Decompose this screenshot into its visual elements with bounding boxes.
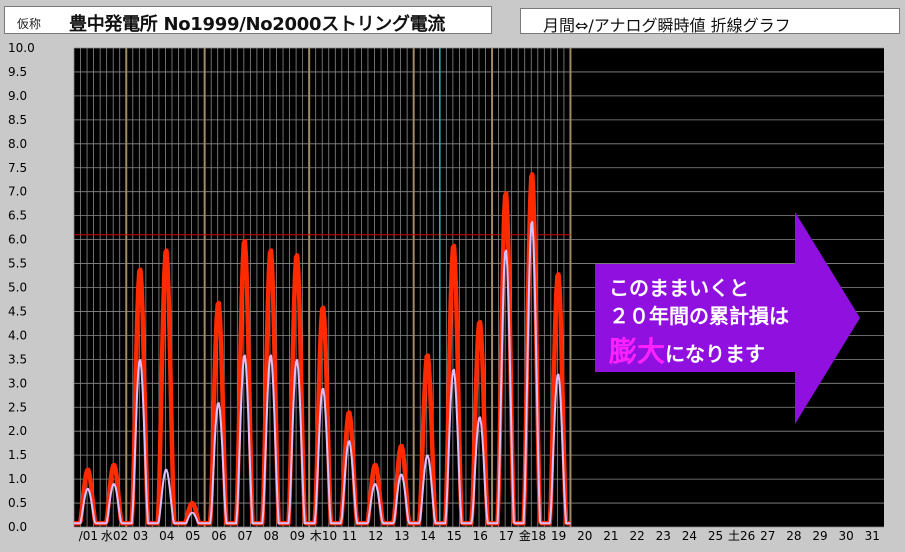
y-tick-label: 3.5 xyxy=(8,352,27,366)
x-tick-label: 23 xyxy=(656,529,671,543)
x-tick-label: 11 xyxy=(342,529,357,543)
x-tick-label: /01 xyxy=(79,529,98,543)
y-tick-label: 9.5 xyxy=(8,65,27,79)
y-tick-label: 9.0 xyxy=(8,89,27,103)
x-tick-label: 19 xyxy=(551,529,566,543)
x-tick-label: 27 xyxy=(760,529,775,543)
callout-line-1: このままいくと xyxy=(609,276,749,300)
x-tick-label: 16 xyxy=(473,529,488,543)
x-tick-label: 30 xyxy=(838,529,853,543)
x-tick-label: 20 xyxy=(577,529,592,543)
y-tick-label: 2.0 xyxy=(8,424,27,438)
header-bar: 仮称 豊中発電所 No1999/No2000ストリング電流 月間⇔/アナログ瞬時… xyxy=(0,0,905,40)
x-tick-label: 05 xyxy=(185,529,200,543)
x-tick-label: 水02 xyxy=(101,529,128,543)
x-tick-label: 03 xyxy=(133,529,148,543)
y-tick-label: 10.0 xyxy=(8,41,35,55)
x-tick-label: 22 xyxy=(629,529,644,543)
x-tick-label: 15 xyxy=(447,529,462,543)
y-tick-label: 2.5 xyxy=(8,400,27,414)
y-tick-label: 1.5 xyxy=(8,448,27,462)
x-tick-label: 21 xyxy=(603,529,618,543)
x-tick-label: 07 xyxy=(238,529,253,543)
loss-callout: このままいくと ２０年間の累計損は 膨大になります xyxy=(595,212,865,424)
title-panel: 仮称 豊中発電所 No1999/No2000ストリング電流 xyxy=(4,6,492,35)
mode-selector[interactable]: 月間⇔/アナログ瞬時値 折線グラフ xyxy=(520,8,900,35)
x-tick-label: 17 xyxy=(499,529,514,543)
x-tick-label: 09 xyxy=(290,529,305,543)
x-tick-label: 25 xyxy=(708,529,723,543)
x-tick-label: 木10 xyxy=(310,529,337,543)
y-tick-label: 8.0 xyxy=(8,137,27,151)
x-tick-label: 04 xyxy=(159,529,174,543)
x-tick-label: 金18 xyxy=(519,528,546,543)
x-tick-label: 14 xyxy=(420,529,435,543)
x-tick-label: 08 xyxy=(264,529,279,543)
y-tick-label: 1.0 xyxy=(8,472,27,486)
y-tick-label: 0.5 xyxy=(8,496,27,510)
y-tick-label: 5.5 xyxy=(8,257,27,271)
mode-label: 月間⇔/アナログ瞬時値 折線グラフ xyxy=(543,16,791,35)
y-tick-label: 0.0 xyxy=(8,520,27,534)
y-tick-label: 6.0 xyxy=(8,233,27,247)
x-tick-label: 06 xyxy=(211,529,226,543)
y-tick-label: 8.5 xyxy=(8,113,27,127)
y-tick-label: 4.0 xyxy=(8,328,27,342)
chart-title: 豊中発電所 No1999/No2000ストリング電流 xyxy=(69,14,446,35)
x-tick-label: 29 xyxy=(812,529,827,543)
y-tick-label: 7.0 xyxy=(8,185,27,199)
callout-line-3: 膨大になります xyxy=(609,330,765,370)
callout-line-3-rest: になります xyxy=(665,342,766,366)
y-tick-label: 6.5 xyxy=(8,209,27,223)
x-tick-label: 13 xyxy=(394,529,409,543)
x-tick-label: 土26 xyxy=(728,529,755,543)
callout-line-2: ２０年間の累計損は xyxy=(609,304,789,328)
x-tick-label: 28 xyxy=(786,529,801,543)
y-tick-label: 3.0 xyxy=(8,376,27,390)
title-tag: 仮称 xyxy=(17,17,42,31)
x-tick-label: 12 xyxy=(368,529,383,543)
y-tick-label: 4.5 xyxy=(8,304,27,318)
y-tick-label: 5.0 xyxy=(8,281,27,295)
callout-emphasis: 膨大 xyxy=(609,335,666,368)
y-tick-label: 7.5 xyxy=(8,161,27,175)
x-tick-label: 31 xyxy=(865,529,880,543)
x-tick-label: 24 xyxy=(682,529,697,543)
